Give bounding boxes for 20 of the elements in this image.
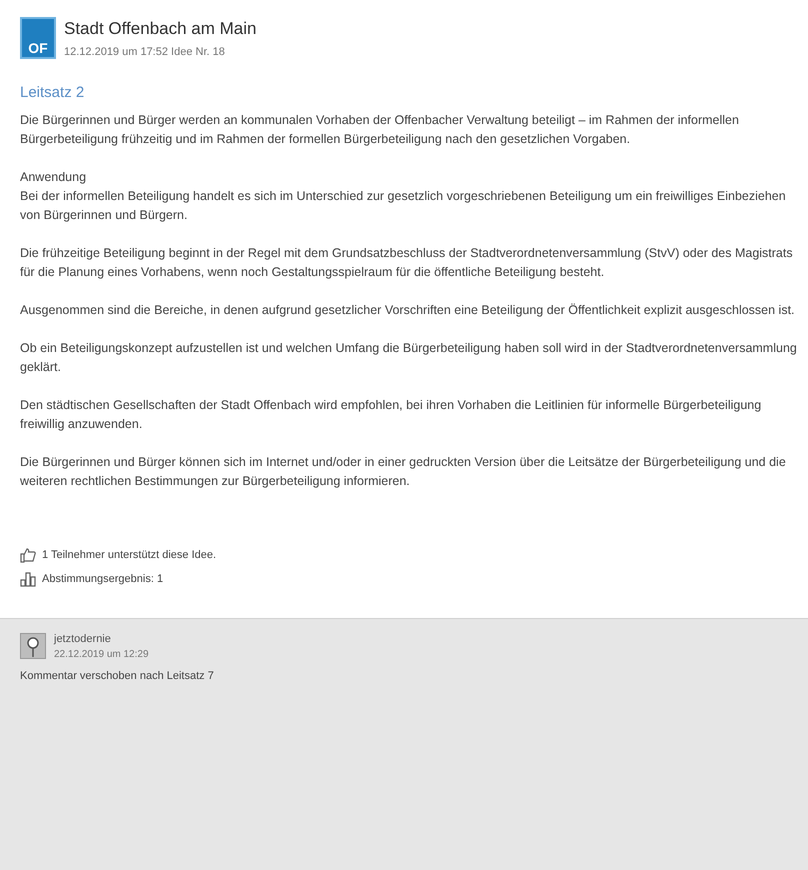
body-paragraph: Ausgenommen sind die Bereiche, in denen aufgrund gesetzlicher Vorschriften eine Beteiligung der Öffentlichkeit explizit ausgeschlossen ist.: [20, 302, 796, 319]
body-paragraph: Die Bürgerinnen und Bürger werden an kommunalen Vorhaben der Offenbacher Verwaltung beteiligt – im Rahmen der informellen Bürgerbeteiligung frühzeitig und im Rahmen der formellen Bürgerbeteiligung nach den gesetzlichen Vorgaben.: [20, 112, 740, 148]
comment-text: Kommentar verschoben nach Leitsatz 7: [20, 669, 215, 684]
body-paragraph: Die frühzeitige Beteiligung beginnt in der Regel mit dem Grundsatzbeschluss der Stadtverordnetenversammlung (StvV) oder des Magistrats für die Planung eines Vorhabens, wenn noch Gestaltungsspielraum für die öffentliche Beteiligung besteht.: [20, 244, 794, 281]
comment-author: jetztodernie: [54, 632, 112, 646]
city-logo: OF: [20, 17, 56, 59]
stat-text: 1 Teilnehmer unterstützt diese Idee.: [42, 548, 216, 562]
comment-date: 22.12.2019 um 12:29: [54, 648, 149, 662]
post-meta: 12.12.2019 um 17:52 Idee Nr. 18: [64, 44, 226, 60]
body-paragraph: Bei der informellen Beteiligung handelt es sich im Unterschied zur gesetzlich vorgeschriebenen Beteiligung um ein freiwilliges Einbeziehen von Bürgerinnen und Bürgern.: [20, 188, 787, 224]
avatar-icon: [20, 633, 46, 660]
author-name: Stadt Offenbach am Main: [64, 18, 256, 40]
stat-text: Abstimmungsergebnis: 1: [42, 572, 164, 587]
section-heading: Anwendung: [20, 168, 88, 186]
body-paragraph: Die Bürgerinnen und Bürger können sich im Internet und/oder in einer gedruckten Version über die Leitsätze der Bürgerbeteiligung und die weiteren rechtlichen Bestimmungen zur Bürgerbeteiligung informieren.: [20, 454, 787, 490]
bar-chart-icon: [20, 571, 36, 588]
body-paragraph: Ob ein Beteiligungskonzept aufzustellen ist und welchen Umfang die Bürgerbeteiligung haben soll wird in der Stadtverordnetenversammlung geklärt.: [20, 340, 798, 376]
thumbs-up-icon: [20, 546, 36, 563]
idea-title: Leitsatz 2: [19, 83, 86, 103]
body-paragraph: Den städtischen Gesellschaften der Stadt Offenbach wird empfohlen, bei ihren Vorhaben die Leitlinien für informelle Bürgerbeteiligung freiwillig anzuwenden.: [20, 396, 762, 433]
